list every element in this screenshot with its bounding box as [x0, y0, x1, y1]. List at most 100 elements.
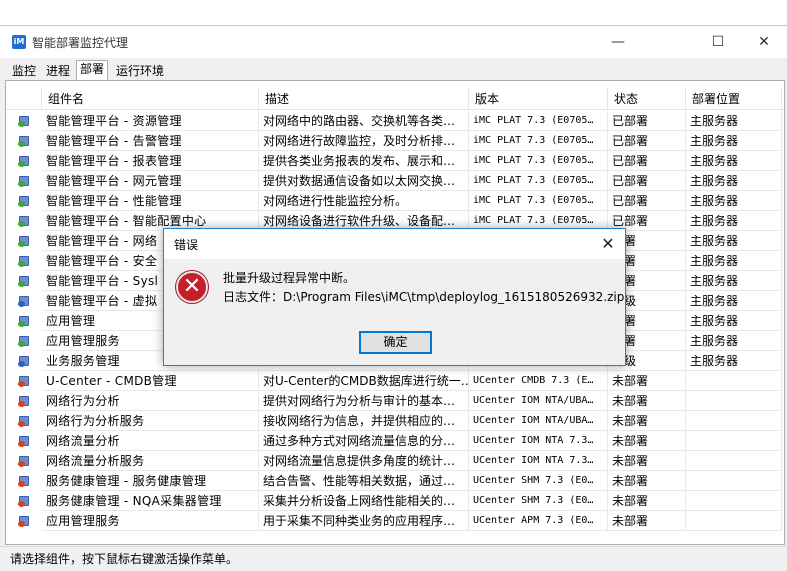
component-description: 提供对网络行为分析与审计的基本…: [259, 391, 469, 411]
component-location: 主服务器: [686, 351, 782, 371]
component-location: 主服务器: [686, 151, 782, 171]
tab-runtime-env[interactable]: 运行环境: [112, 62, 168, 80]
component-version: iMC PLAT 7.3 (E0705…: [469, 191, 608, 211]
component-version: UCenter SHM 7.3 (E0…: [469, 471, 608, 491]
component-location: 主服务器: [686, 271, 782, 291]
component-icon: [18, 114, 32, 127]
component-icon: [18, 234, 32, 247]
ok-button[interactable]: 确定: [359, 331, 432, 354]
component-status: 已部署: [608, 171, 686, 191]
component-description: 对网络流量信息提供多角度的统计…: [259, 451, 469, 471]
component-name: 智能管理平台 - 资源管理: [42, 111, 259, 131]
component-description: 用于采集不同种类业务的应用程序…: [259, 511, 469, 531]
component-icon: [18, 454, 32, 467]
component-version: UCenter IOM NTA 7.3…: [469, 451, 608, 471]
component-version: UCenter IOM NTA/UBA…: [469, 391, 608, 411]
component-icon: [18, 494, 32, 507]
component-icon: [18, 434, 32, 447]
maximize-button[interactable]: ☐: [695, 26, 741, 58]
minimize-button[interactable]: —: [595, 26, 641, 58]
column-header-status[interactable]: 状态: [608, 88, 686, 110]
close-button[interactable]: ✕: [741, 26, 787, 58]
tab-bar: 监控 进程 部署 运行环境: [0, 60, 787, 80]
component-location: [686, 451, 782, 471]
component-description: 对网络进行性能监控分析。: [259, 191, 469, 211]
component-description: 结合告警、性能等相关数据，通过…: [259, 471, 469, 491]
component-location: [686, 431, 782, 451]
table-row[interactable]: 网络行为分析服务 接收网络行为信息，并提供相应的… UCenter IOM NTA/…: [6, 411, 784, 431]
tab-monitor[interactable]: 监控: [8, 62, 40, 80]
component-version: iMC PLAT 7.3 (E0705…: [469, 111, 608, 131]
column-header-description[interactable]: 描述: [259, 88, 469, 110]
table-row[interactable]: 网络行为分析 提供对网络行为分析与审计的基本… UCenter IOM NTA/UB…: [6, 391, 784, 411]
component-name: 网络行为分析服务: [42, 411, 259, 431]
header-icon-column: [6, 88, 42, 110]
component-location: [686, 471, 782, 491]
app-icon: iM: [12, 35, 26, 49]
table-row[interactable]: 应用管理服务 用于采集不同种类业务的应用程序… UCenter APM 7.3 (E…: [6, 511, 784, 531]
component-version: UCenter APM 7.3 (E0…: [469, 511, 608, 531]
table-row[interactable]: 智能管理平台 - 网元管理 提供对数据通信设备如以太网交换… iMC PLAT 7.…: [6, 171, 784, 191]
component-icon: [18, 374, 32, 387]
component-name: 网络流量分析服务: [42, 451, 259, 471]
tab-process[interactable]: 进程: [42, 62, 74, 80]
component-description: 对网络中的路由器、交换机等各类…: [259, 111, 469, 131]
dialog-log-path: 日志文件：D:\Program Files\iMC\tmp\deploylog_…: [223, 290, 625, 304]
component-icon: [18, 134, 32, 147]
column-header-version[interactable]: 版本: [469, 88, 608, 110]
table-row[interactable]: 服务健康管理 - 服务健康管理 结合告警、性能等相关数据，通过… UCenter S…: [6, 471, 784, 491]
component-version: UCenter IOM NTA/UBA…: [469, 411, 608, 431]
error-icon: ✕: [176, 271, 208, 303]
component-version: UCenter CMDB 7.3 (E…: [469, 371, 608, 391]
dialog-message: 批量升级过程异常中断。: [223, 271, 356, 285]
component-status: 已部署: [608, 151, 686, 171]
component-description: 提供各类业务报表的发布、展示和…: [259, 151, 469, 171]
component-name: 服务健康管理 - 服务健康管理: [42, 471, 259, 491]
status-bar: 请选择组件，按下鼠标右键激活操作菜单。: [0, 546, 787, 571]
component-icon: [18, 174, 32, 187]
component-icon: [18, 214, 32, 227]
component-status: 未部署: [608, 491, 686, 511]
component-icon: [18, 474, 32, 487]
component-location: [686, 411, 782, 431]
table-header: 组件名 描述 版本 状态 部署位置: [6, 88, 784, 110]
component-version: iMC PLAT 7.3 (E0705…: [469, 131, 608, 151]
table-row[interactable]: 网络流量分析服务 对网络流量信息提供多角度的统计… UCenter IOM NTA …: [6, 451, 784, 471]
component-status: 未部署: [608, 391, 686, 411]
table-row[interactable]: U-Center - CMDB管理 对U-Center的CMDB数据库进行统一… U…: [6, 371, 784, 391]
component-location: 主服务器: [686, 171, 782, 191]
table-row[interactable]: 智能管理平台 - 性能管理 对网络进行性能监控分析。 iMC PLAT 7.3 (E…: [6, 191, 784, 211]
component-location: [686, 491, 782, 511]
dialog-body: ✕ 批量升级过程异常中断。 日志文件：D:\Program Files\iMC\…: [164, 259, 625, 365]
component-icon: [18, 314, 32, 327]
column-header-location[interactable]: 部署位置: [686, 88, 782, 110]
table-row[interactable]: 服务健康管理 - NQA采集器管理 采集并分析设备上网络性能相关的… UCenter…: [6, 491, 784, 511]
dialog-close-button[interactable]: ✕: [591, 229, 625, 259]
component-status: 未部署: [608, 471, 686, 491]
component-icon: [18, 514, 32, 527]
component-icon: [18, 254, 32, 267]
component-name: 应用管理服务: [42, 511, 259, 531]
component-status: 未部署: [608, 451, 686, 471]
component-version: iMC PLAT 7.3 (E0705…: [469, 171, 608, 191]
component-name: 服务健康管理 - NQA采集器管理: [42, 491, 259, 511]
component-location: 主服务器: [686, 311, 782, 331]
component-location: 主服务器: [686, 251, 782, 271]
component-name: 网络行为分析: [42, 391, 259, 411]
component-location: 主服务器: [686, 291, 782, 311]
component-status: 已部署: [608, 191, 686, 211]
component-icon: [18, 334, 32, 347]
error-dialog: 错误 ✕ ✕ 批量升级过程异常中断。 日志文件：D:\Program Files…: [163, 228, 626, 366]
tab-deploy[interactable]: 部署: [76, 60, 109, 80]
component-location: 主服务器: [686, 231, 782, 251]
column-header-name[interactable]: 组件名: [42, 88, 259, 110]
component-icon: [18, 274, 32, 287]
table-row[interactable]: 智能管理平台 - 报表管理 提供各类业务报表的发布、展示和… iMC PLAT 7.…: [6, 151, 784, 171]
component-icon: [18, 194, 32, 207]
component-location: [686, 391, 782, 411]
component-icon: [18, 294, 32, 307]
dialog-title: 错误: [174, 238, 199, 252]
table-row[interactable]: 智能管理平台 - 告警管理 对网络进行故障监控，及时分析排… iMC PLAT 7.…: [6, 131, 784, 151]
table-row[interactable]: 智能管理平台 - 资源管理 对网络中的路由器、交换机等各类… iMC PLAT 7.…: [6, 111, 784, 131]
table-row[interactable]: 网络流量分析 通过多种方式对网络流量信息的分… UCenter IOM NTA 7.…: [6, 431, 784, 451]
